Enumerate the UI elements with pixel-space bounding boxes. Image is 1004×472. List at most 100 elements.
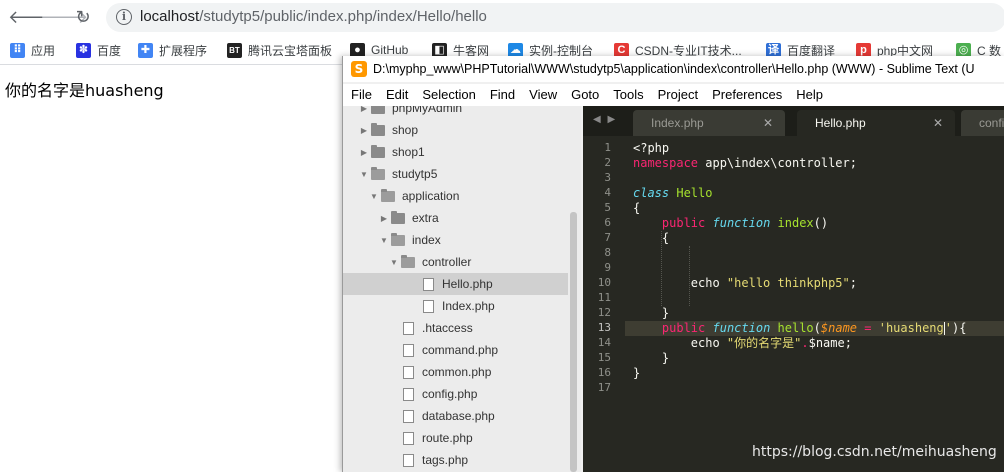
tree-label: application	[402, 189, 460, 203]
bookmark-item[interactable]: ⠿ 应用	[10, 41, 55, 59]
bookmark-label: 应用	[31, 43, 56, 58]
tree-label: route.php	[422, 431, 473, 445]
code-line: class Hello	[633, 186, 712, 201]
code-line: namespace app\index\controller;	[633, 156, 857, 171]
disclosure-closed-icon[interactable]: ▶	[377, 214, 391, 223]
info-icon[interactable]: i	[116, 9, 132, 25]
line-number: 1	[604, 141, 611, 154]
sidebar-file[interactable]: tags.php	[343, 449, 581, 471]
forward-button[interactable]: 🡒	[40, 6, 88, 28]
folder-open-icon	[371, 166, 385, 180]
bookmark-item[interactable]: ✽ 百度	[76, 41, 121, 59]
tab-index-php[interactable]: Index.php ✕	[633, 110, 785, 136]
code-token: class	[633, 186, 670, 200]
puzzle-icon: ✚	[138, 42, 153, 58]
tree-label: phpMyAdmin	[392, 106, 463, 115]
line-number: 9	[604, 261, 611, 274]
sidebar-scrollbar[interactable]	[570, 212, 577, 472]
sidebar-folder[interactable]: ▶ extra	[343, 207, 581, 229]
sidebar-file[interactable]: common.php	[343, 361, 581, 383]
code-token: {	[633, 201, 641, 215]
close-icon[interactable]: ✕	[763, 110, 773, 136]
menu-item-project[interactable]: Project	[651, 84, 705, 106]
sidebar-folder[interactable]: ▶ shop1	[343, 141, 581, 163]
sidebar-file[interactable]: database.php	[343, 405, 581, 427]
sidebar-folder[interactable]: ▶ shop	[343, 119, 581, 141]
menu-item-file[interactable]: File	[343, 84, 379, 106]
tab-config[interactable]: config	[961, 110, 1004, 136]
line-number: 11	[597, 291, 611, 304]
file-icon	[423, 299, 434, 313]
back-button[interactable]: 🡐	[8, 6, 56, 28]
menu-item-selection[interactable]: Selection	[415, 84, 482, 106]
menu-item-view[interactable]: View	[522, 84, 564, 106]
line-number: 10	[597, 276, 611, 289]
tab-hello-php[interactable]: Hello.php ✕	[797, 110, 955, 136]
sidebar-file[interactable]: route.php	[343, 427, 581, 449]
sidebar-folder[interactable]: ▼ application	[343, 185, 581, 207]
tab-label: config	[979, 116, 1004, 130]
file-icon	[423, 277, 434, 291]
folder-open-icon	[381, 188, 395, 202]
menu-item-tools[interactable]: Tools	[606, 84, 650, 106]
disclosure-closed-icon[interactable]: ▶	[357, 126, 371, 135]
tab-nav-arrows-icon[interactable]: ◀ ▶	[593, 114, 617, 125]
code-line: }	[633, 306, 669, 321]
disclosure-open-icon[interactable]: ▼	[367, 192, 381, 201]
folder-icon	[371, 122, 385, 136]
code-token: app\index\controller;	[698, 156, 857, 170]
code-token: {	[633, 231, 670, 245]
sidebar-folder[interactable]: ▼ index	[343, 229, 581, 251]
sidebar-file[interactable]: config.php	[343, 383, 581, 405]
folder-open-icon	[391, 232, 405, 246]
tree-label: Index.php	[442, 299, 495, 313]
menu-item-goto[interactable]: Goto	[564, 84, 606, 106]
tree-label: shop	[392, 123, 419, 137]
reload-button[interactable]: ↻	[72, 6, 94, 28]
code-token: public	[661, 321, 706, 335]
sidebar-folder[interactable]: ▼ studytp5	[343, 163, 581, 185]
disclosure-open-icon[interactable]: ▼	[387, 258, 401, 267]
sidebar-folder[interactable]: ▼ controller	[343, 251, 581, 273]
menu-item-edit[interactable]: Edit	[379, 84, 415, 106]
paw-icon: ✽	[76, 42, 91, 58]
disclosure-closed-icon[interactable]: ▶	[357, 148, 371, 157]
menu-item-help[interactable]: Help	[789, 84, 830, 106]
close-icon[interactable]: ✕	[933, 110, 943, 136]
code-token: echo	[633, 336, 727, 350]
sublime-window: S D:\myphp_www\PHPTutorial\WWW\studytp5\…	[342, 56, 1004, 472]
tree-label: shop1	[392, 145, 425, 159]
browser-toolbar: 🡐 🡒 ↻ i localhost/studytp5/public/index.…	[0, 0, 1004, 35]
menu-item-preferences[interactable]: Preferences	[705, 84, 789, 106]
disclosure-open-icon[interactable]: ▼	[377, 236, 391, 245]
line-number: 16	[597, 366, 611, 379]
sidebar-folder[interactable]: ▶ phpMyAdmin	[343, 106, 581, 119]
bookmark-item[interactable]: BT 腾讯云宝塔面板	[227, 41, 332, 59]
code-token: }	[633, 351, 670, 365]
bookmark-item[interactable]: ✚ 扩展程序	[138, 41, 207, 59]
watermark-text: https://blog.csdn.net/meihuasheng	[752, 444, 997, 460]
sidebar-file[interactable]: command.php	[343, 339, 581, 361]
line-number: 7	[604, 231, 611, 244]
apps-grid-icon: ⠿	[10, 42, 25, 58]
file-icon	[403, 343, 414, 357]
menu-item-find[interactable]: Find	[483, 84, 522, 106]
code-line: <?php	[633, 141, 669, 156]
address-bar[interactable]: i localhost/studytp5/public/index.php/in…	[106, 3, 1004, 32]
tree-label: .htaccess	[422, 321, 473, 335]
code-token: <?php	[633, 141, 670, 155]
sidebar-file[interactable]: Hello.php	[343, 273, 568, 295]
code-line: echo "你的名字是".$name;	[633, 336, 852, 351]
disclosure-open-icon[interactable]: ▼	[357, 170, 371, 179]
sidebar-file[interactable]: .htaccess	[343, 317, 581, 339]
folder-open-icon	[401, 254, 415, 268]
url-text[interactable]: localhost/studytp5/public/index.php/inde…	[140, 8, 487, 25]
disclosure-closed-icon[interactable]: ▶	[357, 106, 371, 113]
editor[interactable]: ◀ ▶ Index.php✕Hello.php✕config 123456789…	[583, 106, 1004, 472]
sidebar-file[interactable]: Index.php	[343, 295, 581, 317]
